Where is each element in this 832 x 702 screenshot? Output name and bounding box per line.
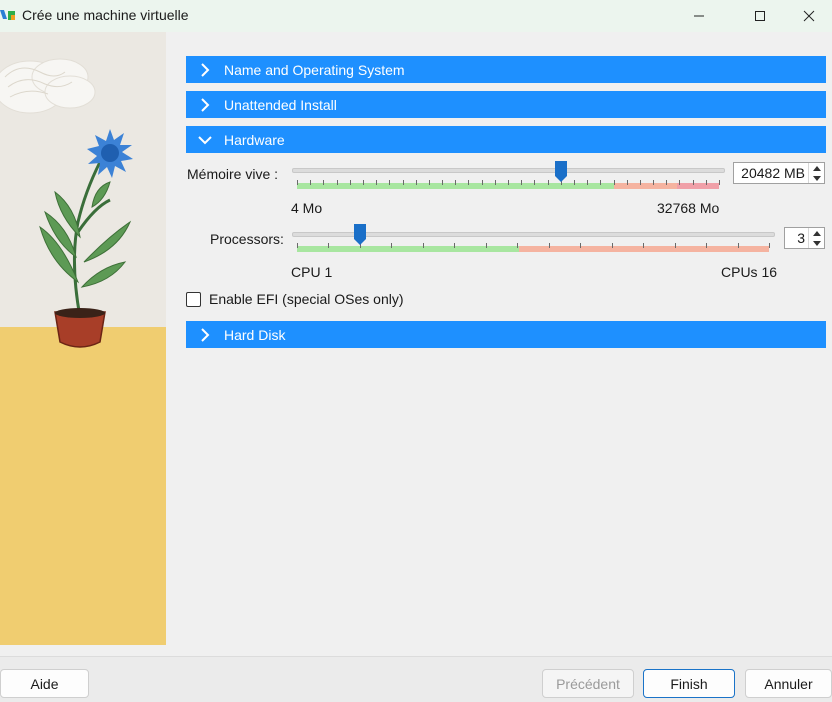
arrow-down-icon <box>812 240 821 246</box>
scale-tick <box>454 243 456 248</box>
chevron-right-icon <box>201 327 210 342</box>
section-name-os[interactable]: Name and Operating System <box>186 56 826 83</box>
processors-slider-thumb[interactable] <box>353 224 366 246</box>
back-button[interactable]: Précédent <box>542 669 634 698</box>
scale-tick <box>517 243 519 248</box>
memory-slider-track[interactable] <box>292 168 725 173</box>
scale-tick <box>422 243 424 248</box>
scale-tick <box>548 243 550 248</box>
close-button[interactable] <box>786 0 832 32</box>
scale-tick <box>521 180 523 185</box>
scale-tick <box>481 180 483 185</box>
arrow-up-icon <box>812 165 821 171</box>
memory-value[interactable]: 20482 MB <box>734 163 808 183</box>
scale-tick <box>769 243 770 248</box>
finish-button[interactable]: Finish <box>643 669 735 698</box>
chevron-down-icon <box>198 135 212 144</box>
virtualbox-icon <box>0 10 15 20</box>
scale-tick <box>391 243 393 248</box>
section-label: Unattended Install <box>224 96 337 113</box>
scale-tick <box>389 180 391 185</box>
minimize-button[interactable] <box>676 0 722 32</box>
memory-slider-thumb[interactable] <box>554 161 567 183</box>
maximize-icon <box>755 11 765 21</box>
scale-tick <box>679 180 681 185</box>
section-label: Hardware <box>224 131 285 148</box>
efi-checkbox-row[interactable]: Enable EFI (special OSes only) <box>186 291 404 307</box>
efi-checkbox[interactable] <box>186 291 201 307</box>
scale-tick <box>674 243 676 248</box>
scale-tick <box>468 180 470 185</box>
window-title: Crée une machine virtuelle <box>22 7 189 23</box>
scale-tick <box>737 243 739 248</box>
scale-tick <box>442 180 444 185</box>
close-icon <box>803 10 815 22</box>
scale-tick <box>428 180 430 185</box>
scale-tick <box>494 180 496 185</box>
processors-min-label: CPU 1 <box>291 264 333 280</box>
scale-tick <box>534 180 536 185</box>
scale-tick <box>310 180 312 185</box>
section-hard-disk[interactable]: Hard Disk <box>186 321 826 348</box>
scale-tick <box>485 243 487 248</box>
processors-value[interactable]: 3 <box>785 228 808 248</box>
help-button[interactable]: Aide <box>0 669 89 698</box>
arrow-up-icon <box>812 230 821 236</box>
scale-tick <box>705 180 707 185</box>
scale-tick <box>666 180 668 185</box>
scale-tick <box>362 180 364 185</box>
maximize-button[interactable] <box>737 0 783 32</box>
cancel-button[interactable]: Annuler <box>745 669 832 698</box>
scale-tick <box>323 180 325 185</box>
scale-tick <box>613 180 615 185</box>
memory-min-label: 4 Mo <box>291 200 323 216</box>
scale-tick <box>376 180 378 185</box>
section-label: Name and Operating System <box>224 61 405 78</box>
scale-tick <box>653 180 655 185</box>
scale-tick <box>573 180 575 185</box>
scale-tick <box>297 243 298 248</box>
scale-tick <box>626 180 628 185</box>
processors-increase-button[interactable] <box>809 228 824 238</box>
chevron-right-icon <box>201 97 210 112</box>
scale-tick <box>455 180 457 185</box>
section-unattended-install[interactable]: Unattended Install <box>186 91 826 118</box>
scale-tick <box>719 180 720 185</box>
scale-tick <box>706 243 708 248</box>
efi-label: Enable EFI (special OSes only) <box>209 291 404 307</box>
scale-tick <box>349 180 351 185</box>
scale-tick <box>643 243 645 248</box>
scale-tick <box>328 243 330 248</box>
title-bar: Crée une machine virtuelle <box>0 0 832 32</box>
processors-label: Processors: <box>210 231 284 247</box>
scale-tick <box>587 180 589 185</box>
arrow-down-icon <box>812 175 821 181</box>
scale-tick <box>508 180 509 185</box>
memory-decrease-button[interactable] <box>809 173 824 183</box>
memory-increase-button[interactable] <box>809 163 824 173</box>
wizard-illustration <box>0 32 166 645</box>
scale-segment <box>676 183 719 189</box>
scale-tick <box>415 180 417 185</box>
section-label: Hard Disk <box>224 326 286 343</box>
scale-tick <box>402 180 404 185</box>
processors-max-label: CPUs 16 <box>721 264 778 280</box>
scale-tick <box>639 180 641 185</box>
minimize-icon <box>694 15 704 17</box>
chevron-right-icon <box>201 62 210 77</box>
memory-max-label: 32768 Mo <box>657 200 720 216</box>
scale-tick <box>297 180 298 185</box>
scale-tick <box>692 180 694 185</box>
processors-decrease-button[interactable] <box>809 238 824 248</box>
scale-tick <box>611 243 613 248</box>
scale-tick <box>600 180 602 185</box>
section-hardware[interactable]: Hardware <box>186 126 826 153</box>
scale-segment <box>613 183 677 189</box>
processors-spinbox[interactable]: 3 <box>784 227 825 249</box>
scale-tick <box>580 243 582 248</box>
memory-spinbox[interactable]: 20482 MB <box>733 162 825 184</box>
memory-label: Mémoire vive : <box>187 166 279 182</box>
scale-tick <box>547 180 549 185</box>
scale-tick <box>336 180 338 185</box>
